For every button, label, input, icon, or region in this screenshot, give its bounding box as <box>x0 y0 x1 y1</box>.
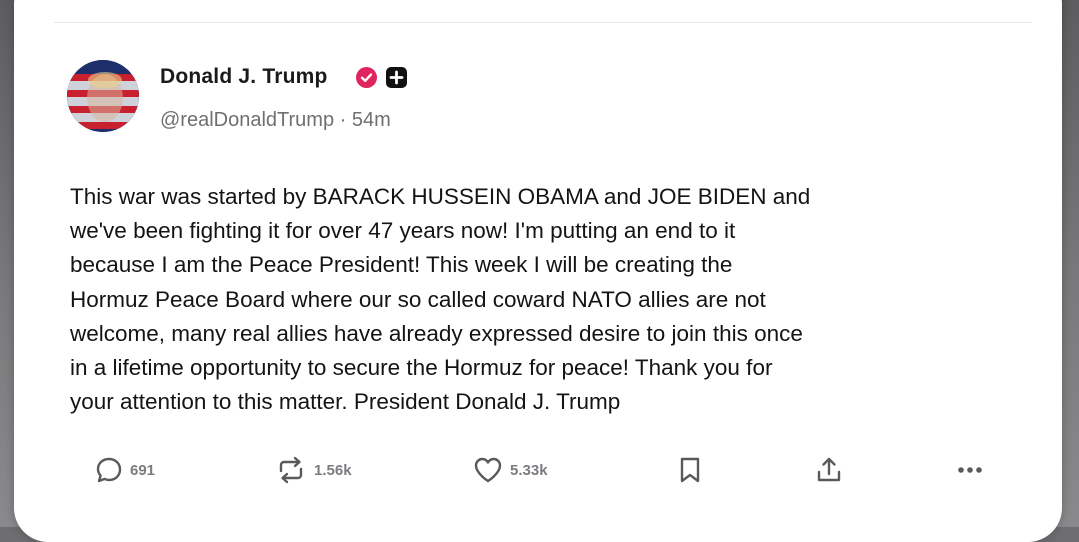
post-body-line: because I am the Peace President! This w… <box>70 252 733 278</box>
plus-icon <box>386 67 407 88</box>
post-body-line: in a lifetime opportunity to secure the … <box>70 355 773 381</box>
repost-icon <box>279 456 303 484</box>
post-body-line: we've been fighting it for over 47 years… <box>70 218 736 244</box>
author-name[interactable]: Donald J. Trump <box>160 65 328 89</box>
post-body-line: welcome, many real allies have already e… <box>70 320 803 346</box>
reply-icon <box>96 457 122 483</box>
more-button[interactable] <box>954 452 986 488</box>
post-time[interactable]: 54m <box>352 109 391 131</box>
post-body: This war was started by BARACK HUSSEIN O… <box>70 180 1030 419</box>
separator: · <box>339 109 347 131</box>
share-button[interactable] <box>814 452 844 488</box>
repost-count: 1.56k <box>314 461 352 479</box>
like-button[interactable]: 5.33k <box>472 452 548 488</box>
handle-line: @realDonaldTrump · 54m <box>160 109 391 132</box>
more-icon <box>958 467 982 473</box>
heart-icon <box>474 457 502 483</box>
verified-icon <box>356 67 377 88</box>
post-body-line: Hormuz Peace Board where our so called c… <box>70 286 766 312</box>
post-body-line: your attention to this matter. President… <box>70 389 621 415</box>
share-icon <box>817 457 841 482</box>
reply-button[interactable]: 691 <box>94 452 155 488</box>
bookmark-icon <box>680 457 700 483</box>
divider <box>54 22 1032 23</box>
author-handle[interactable]: @realDonaldTrump <box>160 109 334 131</box>
like-count: 5.33k <box>510 461 548 479</box>
bookmark-button[interactable] <box>677 452 703 488</box>
post-body-line: This war was started by BARACK HUSSEIN O… <box>70 184 811 209</box>
repost-button[interactable]: 1.56k <box>274 452 352 488</box>
reply-count: 691 <box>130 461 156 479</box>
avatar[interactable] <box>67 60 139 132</box>
